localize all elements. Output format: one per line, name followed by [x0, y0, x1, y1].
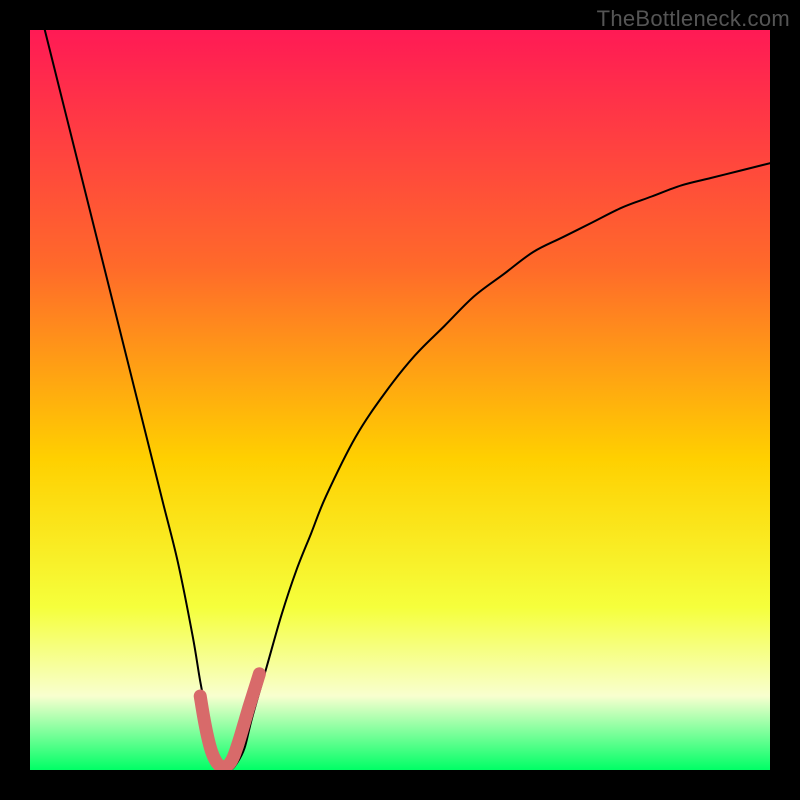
- plot-svg: [30, 30, 770, 770]
- plot-viewport: [30, 30, 770, 770]
- watermark-text: TheBottleneck.com: [597, 6, 790, 32]
- outer-frame: TheBottleneck.com: [0, 0, 800, 800]
- gradient-background: [30, 30, 770, 770]
